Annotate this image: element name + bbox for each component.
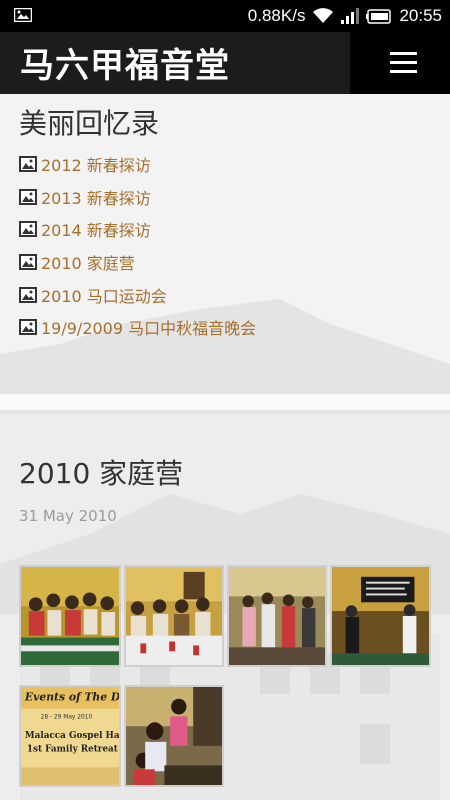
poster-line1-text: Events of The Day — [24, 691, 119, 704]
hamburger-menu-icon[interactable] — [376, 46, 430, 80]
photo-thumbnail-elders-table[interactable] — [124, 565, 224, 667]
photo-thumbnail-children[interactable] — [124, 685, 224, 787]
album-link-2009-mid-autumn[interactable]: 19/9/2009 马口中秋福音晚会 — [19, 311, 256, 344]
album-link-2010-family-camp[interactable]: 2010 家庭营 — [19, 246, 256, 279]
photo-thumbnail-events-poster[interactable]: Events of The Day 28 - 29 May 2010 Malac… — [19, 685, 121, 787]
album-link-label[interactable]: 2014 新春探访 — [41, 217, 151, 241]
status-bar: 0.88K/s 20:55 — [0, 0, 450, 32]
site-title[interactable]: 马六甲福音堂 — [20, 38, 230, 87]
gallery-notification-icon — [14, 8, 32, 22]
memories-heading: 美丽回忆录 — [19, 107, 160, 140]
album-link-2010-sports[interactable]: 2010 马口运动会 — [19, 278, 256, 311]
album-link-label[interactable]: 19/9/2009 马口中秋福音晚会 — [41, 315, 256, 339]
poster-line2-text: 28 - 29 May 2010 — [41, 714, 93, 720]
image-icon — [19, 286, 37, 303]
album-link-label[interactable]: 2012 新春探访 — [41, 152, 151, 176]
album-link-2014[interactable]: 2014 新春探访 — [19, 213, 256, 246]
image-icon — [19, 156, 37, 173]
wifi-icon — [313, 8, 334, 23]
poster-line3-text: Malacca Gospel Hall — [25, 731, 119, 741]
site-title-box[interactable]: 马六甲福音堂 — [0, 32, 350, 94]
main-content: 美丽回忆录 2012 新春探访 2013 新春探访 2014 新春探访 2010… — [0, 94, 450, 800]
album-list: 2012 新春探访 2013 新春探访 2014 新春探访 2010 家庭营 2… — [19, 148, 256, 344]
image-icon — [19, 319, 37, 336]
clock: 20:55 — [399, 6, 442, 25]
album-link-label[interactable]: 2010 家庭营 — [41, 250, 135, 274]
image-icon — [19, 221, 37, 238]
post-title[interactable]: 2010 家庭营 — [19, 452, 183, 492]
signal-icon — [341, 8, 360, 24]
network-speed: 0.88K/s — [247, 6, 306, 25]
image-icon — [19, 254, 37, 271]
album-link-label[interactable]: 2013 新春探访 — [41, 185, 151, 209]
album-link-2013[interactable]: 2013 新春探访 — [19, 181, 256, 214]
photo-thumbnail-group-dinner[interactable] — [19, 565, 121, 667]
image-icon — [19, 188, 37, 205]
photo-thumbnail-group-standing[interactable] — [227, 565, 327, 667]
poster-line4-text: 1st Family Retreat — [27, 745, 119, 755]
post-date: 31 May 2010 — [19, 507, 117, 525]
battery-icon — [366, 8, 392, 24]
album-link-label[interactable]: 2010 马口运动会 — [41, 283, 167, 307]
site-header: 马六甲福音堂 — [0, 32, 450, 94]
album-link-2012[interactable]: 2012 新春探访 — [19, 148, 256, 181]
photo-thumbnail-banner-speakers[interactable] — [330, 565, 431, 667]
